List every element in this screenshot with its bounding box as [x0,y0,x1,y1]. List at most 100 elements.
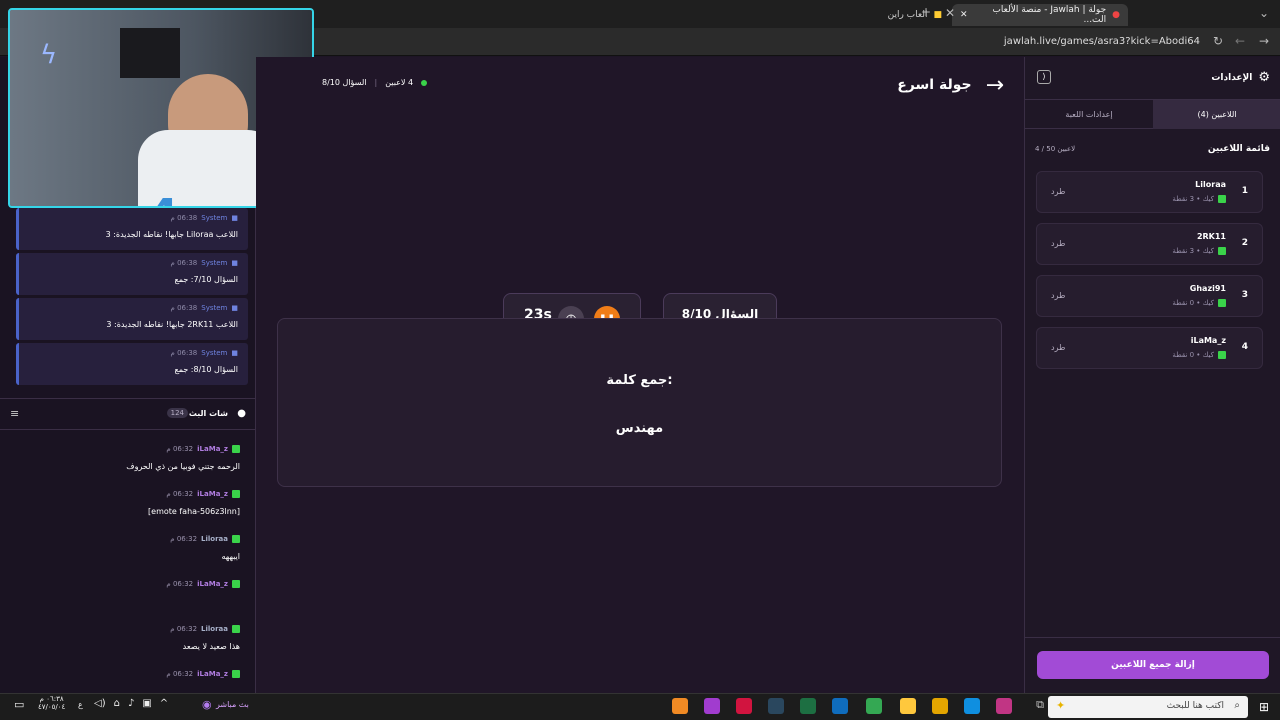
system-message: ■ System 06:38 م اللاعب 2RK11 جابها! نقاطه … [16,298,248,340]
system-text: اللاعب Liloraa جابها! نقاطه الجديدة: 3 [105,230,238,239]
kick-player-button[interactable]: طرد [1051,187,1065,196]
players-list-count: 4 / 50 لاعبين [1035,145,1076,153]
chat-username[interactable]: Liloraa [201,625,228,633]
back-arrow-icon[interactable]: → [986,73,1004,98]
kick-icon [232,670,240,678]
tab-search-icon[interactable]: ⌄ [1254,6,1274,20]
chat-username[interactable]: Liloraa [201,535,228,543]
app-icon[interactable] [996,698,1012,714]
chat-text: [emote faha-506z3lnn] [148,507,240,516]
volume-icon[interactable]: ◁) [94,698,106,709]
game-header: → جولة اسرع [884,72,1004,98]
remove-all-players-button[interactable]: إزالة جميع اللاعبين [1037,651,1269,679]
live-label[interactable]: بث مباشر [216,700,249,709]
windows-start-icon[interactable]: ⊞ [1248,694,1280,720]
system-time: 06:38 م [170,349,198,357]
system-sender: System [201,259,228,267]
system-badge-icon: ■ [231,214,238,222]
chat-username[interactable]: iLaMa_z [197,490,228,498]
kick-player-button[interactable]: طرد [1051,343,1065,352]
collapse-sidebar-icon[interactable]: ⟩ [1037,70,1051,84]
system-message-head: ■ System 06:38 م [171,304,238,312]
language-indicator[interactable]: ع [78,700,83,709]
question-prompt: جمع كلمة: [606,373,673,388]
chat-username[interactable]: iLaMa_z [197,445,228,453]
kick-icon [1218,195,1226,203]
system-sender: System [201,214,228,222]
app-icon[interactable] [768,698,784,714]
sparkle-icon: ✦ [1056,699,1066,712]
sidebar-tabs: اللاعبين (4) إعدادات اللعبة [1025,99,1280,129]
taskbar: ⊞ ⌕ اكتب هنا للبحث ✦ ⧉ بث مباشر ◉ ٠٦:٣٨ … [0,693,1280,720]
chat-message-head: iLaMa_z 06:32 م [166,490,240,498]
system-text: السؤال 8/10: جمع [174,365,238,374]
new-tab-icon[interactable]: + [916,5,936,19]
player-row: 2 2RK11 كيك • 3 نقطة طرد [1036,223,1263,265]
system-text: السؤال 7/10: جمع [174,275,238,284]
sidebar-title: الإعدادات [1211,72,1253,83]
player-rank: 1 [1241,186,1248,196]
mic-icon[interactable]: ♪ [128,698,134,709]
tab-close-icon[interactable]: ✕ [960,10,968,20]
tab-close-icon[interactable]: ✕ [940,6,960,20]
app-icon[interactable] [832,698,848,714]
tab-game-settings[interactable]: إعدادات اللعبة [1025,100,1153,129]
player-meta: كيك • 3 نقطة [1172,195,1226,203]
system-tray: ◁) ⌂ ♪ ▣ ^ [94,698,168,709]
app-icon[interactable] [900,698,916,714]
player-row: 4 iLaMa_z كيك • 0 نقطة طرد [1036,327,1263,369]
chat-message: Liloraa 06:32 م هذا صعيد لا يصعد [0,625,256,669]
kick-player-button[interactable]: طرد [1051,291,1065,300]
players-online: 4 لاعبين [385,78,414,87]
kick-icon [232,535,240,543]
network-icon[interactable]: ⌂ [114,698,120,709]
question-card: جمع كلمة: مهندس [277,318,1002,487]
game-title: جولة اسرع [897,77,972,93]
notification-icon[interactable]: ▭ [14,698,24,711]
back-arrow-icon[interactable]: → [1254,34,1274,48]
player-score: كيك • 0 نقطة [1172,351,1214,359]
browser-icon[interactable] [866,698,882,714]
online-dot [421,79,428,86]
app-icon[interactable] [932,698,948,714]
chat-username[interactable]: iLaMa_z [197,670,228,678]
app-icon[interactable] [672,698,688,714]
player-name: Liloraa [1195,180,1226,189]
clock-date: ٤٧/٠٥/٠٤ [38,703,66,711]
player-score: كيك • 0 نقطة [1172,299,1214,307]
reload-icon[interactable]: ↻ [1208,34,1228,48]
sidebar-header: ⚙ الإعدادات [1211,70,1270,85]
player-rank: 4 [1241,342,1248,352]
forward-arrow-icon[interactable]: ← [1230,34,1250,48]
app-icon[interactable] [704,698,720,714]
kick-icon [1218,247,1226,255]
system-sender: System [201,349,228,357]
chat-title: شات البث [188,409,228,418]
player-meta: كيك • 3 نقطة [1172,247,1226,255]
app-icon[interactable] [736,698,752,714]
clock-time: ٠٦:٣٨ م [39,695,64,703]
gear-icon: ⚙ [1258,70,1270,85]
taskbar-search[interactable]: ⌕ اكتب هنا للبحث ✦ [1048,696,1248,718]
system-message-head: ■ System 06:38 م [171,259,238,267]
system-message: ■ System 06:38 م السؤال 8/10: جمع [16,343,248,385]
tab-jawlah[interactable]: ● جولة | Jawlah - منصة الألعاب الت... ✕ [952,4,1128,26]
player-rank: 2 [1241,238,1248,248]
tab-players[interactable]: اللاعبين (4) [1153,100,1280,129]
kick-player-button[interactable]: طرد [1051,239,1065,248]
clock[interactable]: ٠٦:٣٨ م ٤٧/٠٥/٠٤ [38,695,65,711]
chat-menu-icon[interactable]: ≡ [10,407,19,420]
chat-time: 06:32 م [166,445,194,453]
player-score: كيك • 3 نقطة [1172,247,1214,255]
url-field[interactable]: jawlah.live/games/asra3?kick=Abodi64 [1004,36,1200,47]
player-score: كيك • 3 نقطة [1172,195,1214,203]
chat-time: 06:32 م [170,625,198,633]
app-icon[interactable] [800,698,816,714]
chat-username[interactable]: iLaMa_z [197,580,228,588]
tv-shape [120,28,180,78]
chat-time: 06:32 م [166,490,194,498]
camera-icon[interactable]: ▣ [142,698,151,709]
chevron-up-icon[interactable]: ^ [160,698,168,709]
task-view-icon[interactable]: ⧉ [1036,698,1044,712]
app-icon[interactable] [964,698,980,714]
